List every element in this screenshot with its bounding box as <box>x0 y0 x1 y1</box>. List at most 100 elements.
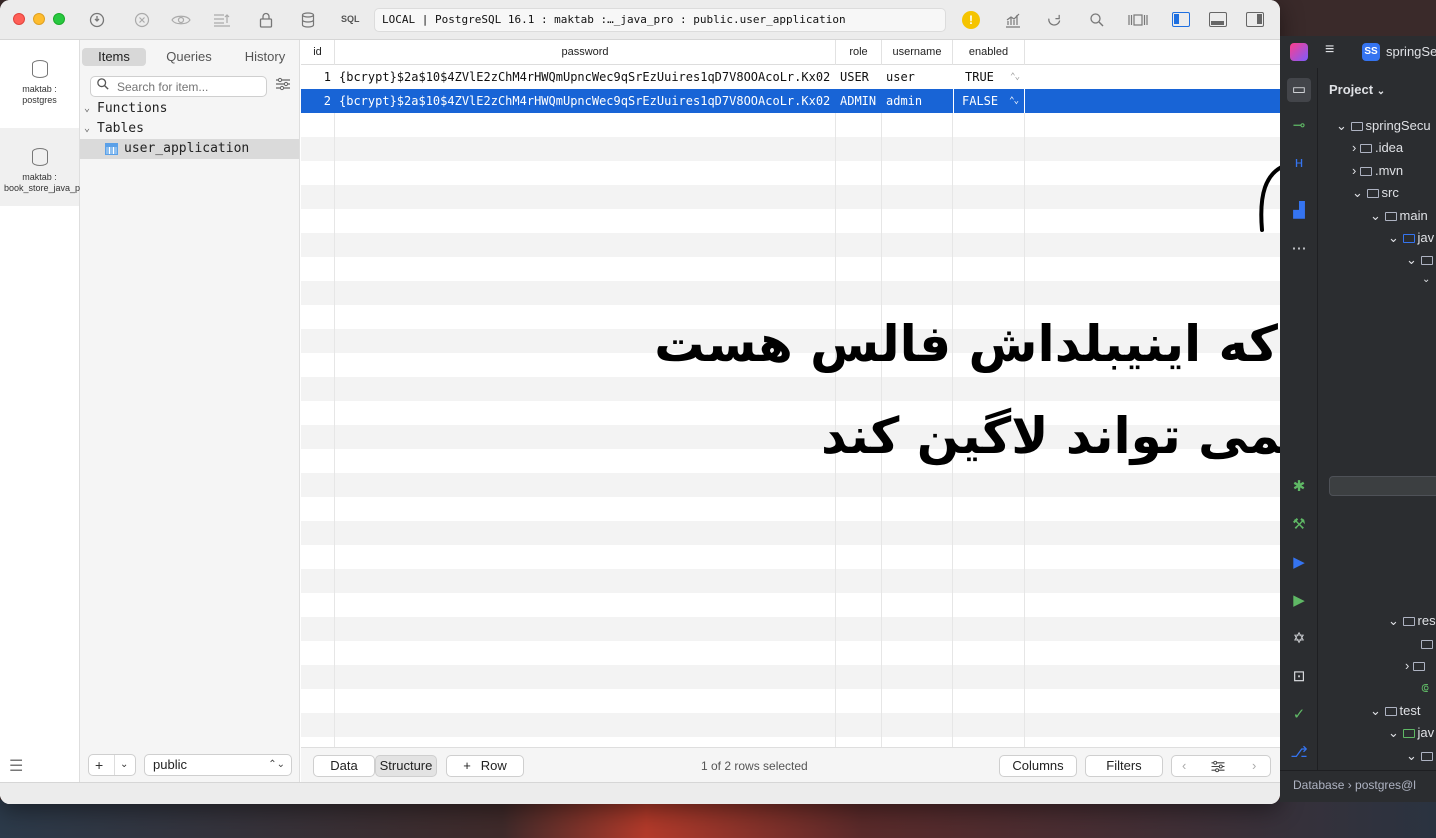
tree-item[interactable] <box>1421 636 1436 651</box>
tree-item[interactable]: ⌄ src <box>1352 185 1399 201</box>
project-badge[interactable]: SS <box>1362 43 1380 61</box>
tree-item[interactable]: › .idea <box>1352 140 1403 155</box>
plugins-icon[interactable]: ▟ <box>1290 202 1308 220</box>
tree-item[interactable]: ⌄ res <box>1388 613 1436 629</box>
cell-enabled[interactable]: FALSE ⌃⌄ <box>953 89 1025 113</box>
activity-chart-icon[interactable] <box>1003 10 1023 30</box>
add-row-button[interactable]: + Row <box>446 755 524 777</box>
tree-item[interactable]: ⌄ springSecu <box>1336 118 1431 134</box>
chevron-down-icon[interactable]: ⌄ <box>1422 274 1430 285</box>
chevron-right-icon[interactable]: › <box>1252 756 1256 776</box>
terminal-icon[interactable]: ⊡ <box>1290 668 1308 686</box>
tab-structure[interactable]: Structure <box>375 755 437 777</box>
tree-item[interactable]: ⌄ main <box>1370 208 1428 224</box>
column-header-role[interactable]: role <box>836 40 882 65</box>
column-header-password[interactable]: password <box>335 40 836 65</box>
cell-role[interactable]: USER <box>836 65 882 89</box>
plus-icon[interactable]: + <box>95 755 103 775</box>
column-header-enabled[interactable]: enabled <box>953 40 1025 65</box>
structure-icon[interactable]: ʜ <box>1290 154 1308 172</box>
refresh-icon[interactable] <box>1044 10 1064 30</box>
settings-sliders-icon[interactable] <box>1210 759 1226 779</box>
up-down-chevron-icon[interactable]: ⌃⌄ <box>1010 65 1020 89</box>
tree-item[interactable]: ⌄ jav <box>1388 230 1434 246</box>
tab-history[interactable]: History <box>230 48 300 66</box>
schema-select[interactable]: public ⌃⌄ <box>144 754 292 776</box>
connection-plug-icon[interactable] <box>87 10 107 30</box>
tree-item[interactable]: › <box>1405 658 1428 673</box>
services-icon[interactable]: ▶ <box>1290 554 1308 572</box>
ide-search-field[interactable] <box>1329 476 1436 496</box>
tree-functions[interactable]: ⌄ Functions <box>80 99 299 119</box>
columns-button[interactable]: Columns <box>999 755 1077 777</box>
cell-id[interactable]: 1 <box>301 65 335 89</box>
toggle-bottom-panel-button[interactable] <box>1209 12 1227 27</box>
checkmark-icon[interactable]: ✓ <box>1290 706 1308 724</box>
sql-editor-button[interactable]: SQL <box>341 14 360 24</box>
tree-item[interactable]: ⌄ jav <box>1388 725 1434 741</box>
tree-tables[interactable]: ⌄ Tables <box>80 119 299 139</box>
search-icon[interactable] <box>1087 10 1107 30</box>
spring-file-icon[interactable]: ⟃ <box>1421 680 1429 696</box>
filter-options-icon[interactable] <box>275 77 291 95</box>
data-grid: id password role username enabled 1 {bcr… <box>301 40 1280 747</box>
cell-password[interactable]: {bcrypt}$2a$10$4ZVlE2zChM4rHWQmUpncWec9q… <box>335 89 836 113</box>
toggle-right-panel-button[interactable] <box>1246 12 1264 27</box>
up-down-chevron-icon[interactable]: ⌃⌄ <box>1009 89 1019 113</box>
filters-button[interactable]: Filters <box>1085 755 1163 777</box>
tree-table-user-application[interactable]: user_application <box>80 139 299 159</box>
cell-enabled[interactable]: TRUE ⌃⌄ <box>953 65 1025 89</box>
commit-changes-icon[interactable] <box>212 10 232 30</box>
more-icon[interactable]: ⋯ <box>1290 240 1308 258</box>
cell-password[interactable]: {bcrypt}$2a$10$4ZVlE2zChM4rHWQmUpncWec9q… <box>335 65 836 89</box>
toggle-left-panel-button[interactable] <box>1172 12 1190 27</box>
spring-icon[interactable]: ✡ <box>1290 630 1308 648</box>
table-row-selected[interactable]: 2 {bcrypt}$2a$10$4ZVlE2zChM4rHWQmUpncWec… <box>301 89 1280 113</box>
zoom-window-button[interactable] <box>53 13 65 25</box>
project-name[interactable]: springSe <box>1386 44 1436 59</box>
folder-icon[interactable]: ▭ <box>1287 78 1311 102</box>
chevron-down-icon[interactable]: ⌄ <box>114 755 128 775</box>
debug-bug-icon[interactable]: ✱ <box>1290 478 1308 496</box>
stop-icon[interactable] <box>132 10 152 30</box>
schema-value: public <box>153 757 187 772</box>
build-hammer-icon[interactable]: ⚒ <box>1290 516 1308 534</box>
ide-tool-strip: ▭ ⊸ ʜ ▟ ⋯ ✱ ⚒ ▶ ▶ ✡ ⊡ ✓ ⎇ <box>1280 68 1318 780</box>
column-header-username[interactable]: username <box>882 40 953 65</box>
tab-items[interactable]: Items <box>82 48 146 66</box>
connection-item[interactable]: maktab : book_store_java_pro <box>0 128 88 206</box>
panel-title[interactable]: Project ⌄ <box>1329 82 1385 97</box>
preview-eye-icon[interactable] <box>171 10 191 30</box>
database-icon[interactable] <box>298 10 318 30</box>
minimize-window-button[interactable] <box>33 13 45 25</box>
connection-item[interactable]: maktab : postgres <box>0 52 79 126</box>
annotation-text: کاربری که اینیبلداش فالس هست نمی تواند ل… <box>631 298 1280 482</box>
tree-item[interactable]: › .mvn <box>1352 163 1403 178</box>
main-menu-icon[interactable]: ≡ <box>1325 41 1334 59</box>
lock-icon[interactable] <box>256 10 276 30</box>
cell-id[interactable]: 2 <box>301 89 335 113</box>
column-header-id[interactable]: id <box>301 40 335 65</box>
tab-queries[interactable]: Queries <box>152 48 226 66</box>
project-tree: Project ⌄ ⌄ springSecu › .idea › .mvn ⌄ … <box>1319 68 1436 780</box>
connection-info-bar[interactable]: LOCAL | PostgreSQL 16.1 : maktab :…_java… <box>374 8 946 32</box>
tree-item[interactable]: ⌄ <box>1406 252 1436 268</box>
git-icon[interactable]: ⎇ <box>1290 744 1308 762</box>
add-item-menu[interactable]: + ⌄ <box>88 754 136 776</box>
cell-username[interactable]: admin <box>882 89 953 113</box>
cell-username[interactable]: user <box>882 65 953 89</box>
tree-item[interactable]: ⌄ test <box>1370 703 1420 719</box>
run-icon[interactable]: ▶ <box>1290 592 1308 610</box>
tree-item[interactable]: ⌄ <box>1406 748 1436 764</box>
tab-data[interactable]: Data <box>313 755 375 777</box>
settings-sliders-icon[interactable]: ☰ <box>9 756 23 776</box>
table-row[interactable]: 1 {bcrypt}$2a$10$4ZVlE2zChM4rHWQmUpncWec… <box>301 65 1280 89</box>
search-input[interactable] <box>117 79 262 95</box>
add-row-label: Row <box>480 758 507 773</box>
layout-columns-icon[interactable] <box>1128 10 1148 30</box>
close-window-button[interactable] <box>13 13 25 25</box>
chevron-left-icon[interactable]: ‹ <box>1182 756 1186 776</box>
warning-icon[interactable]: ! <box>962 11 980 29</box>
cell-role[interactable]: ADMIN <box>836 89 882 113</box>
commit-icon[interactable]: ⊸ <box>1290 117 1308 135</box>
